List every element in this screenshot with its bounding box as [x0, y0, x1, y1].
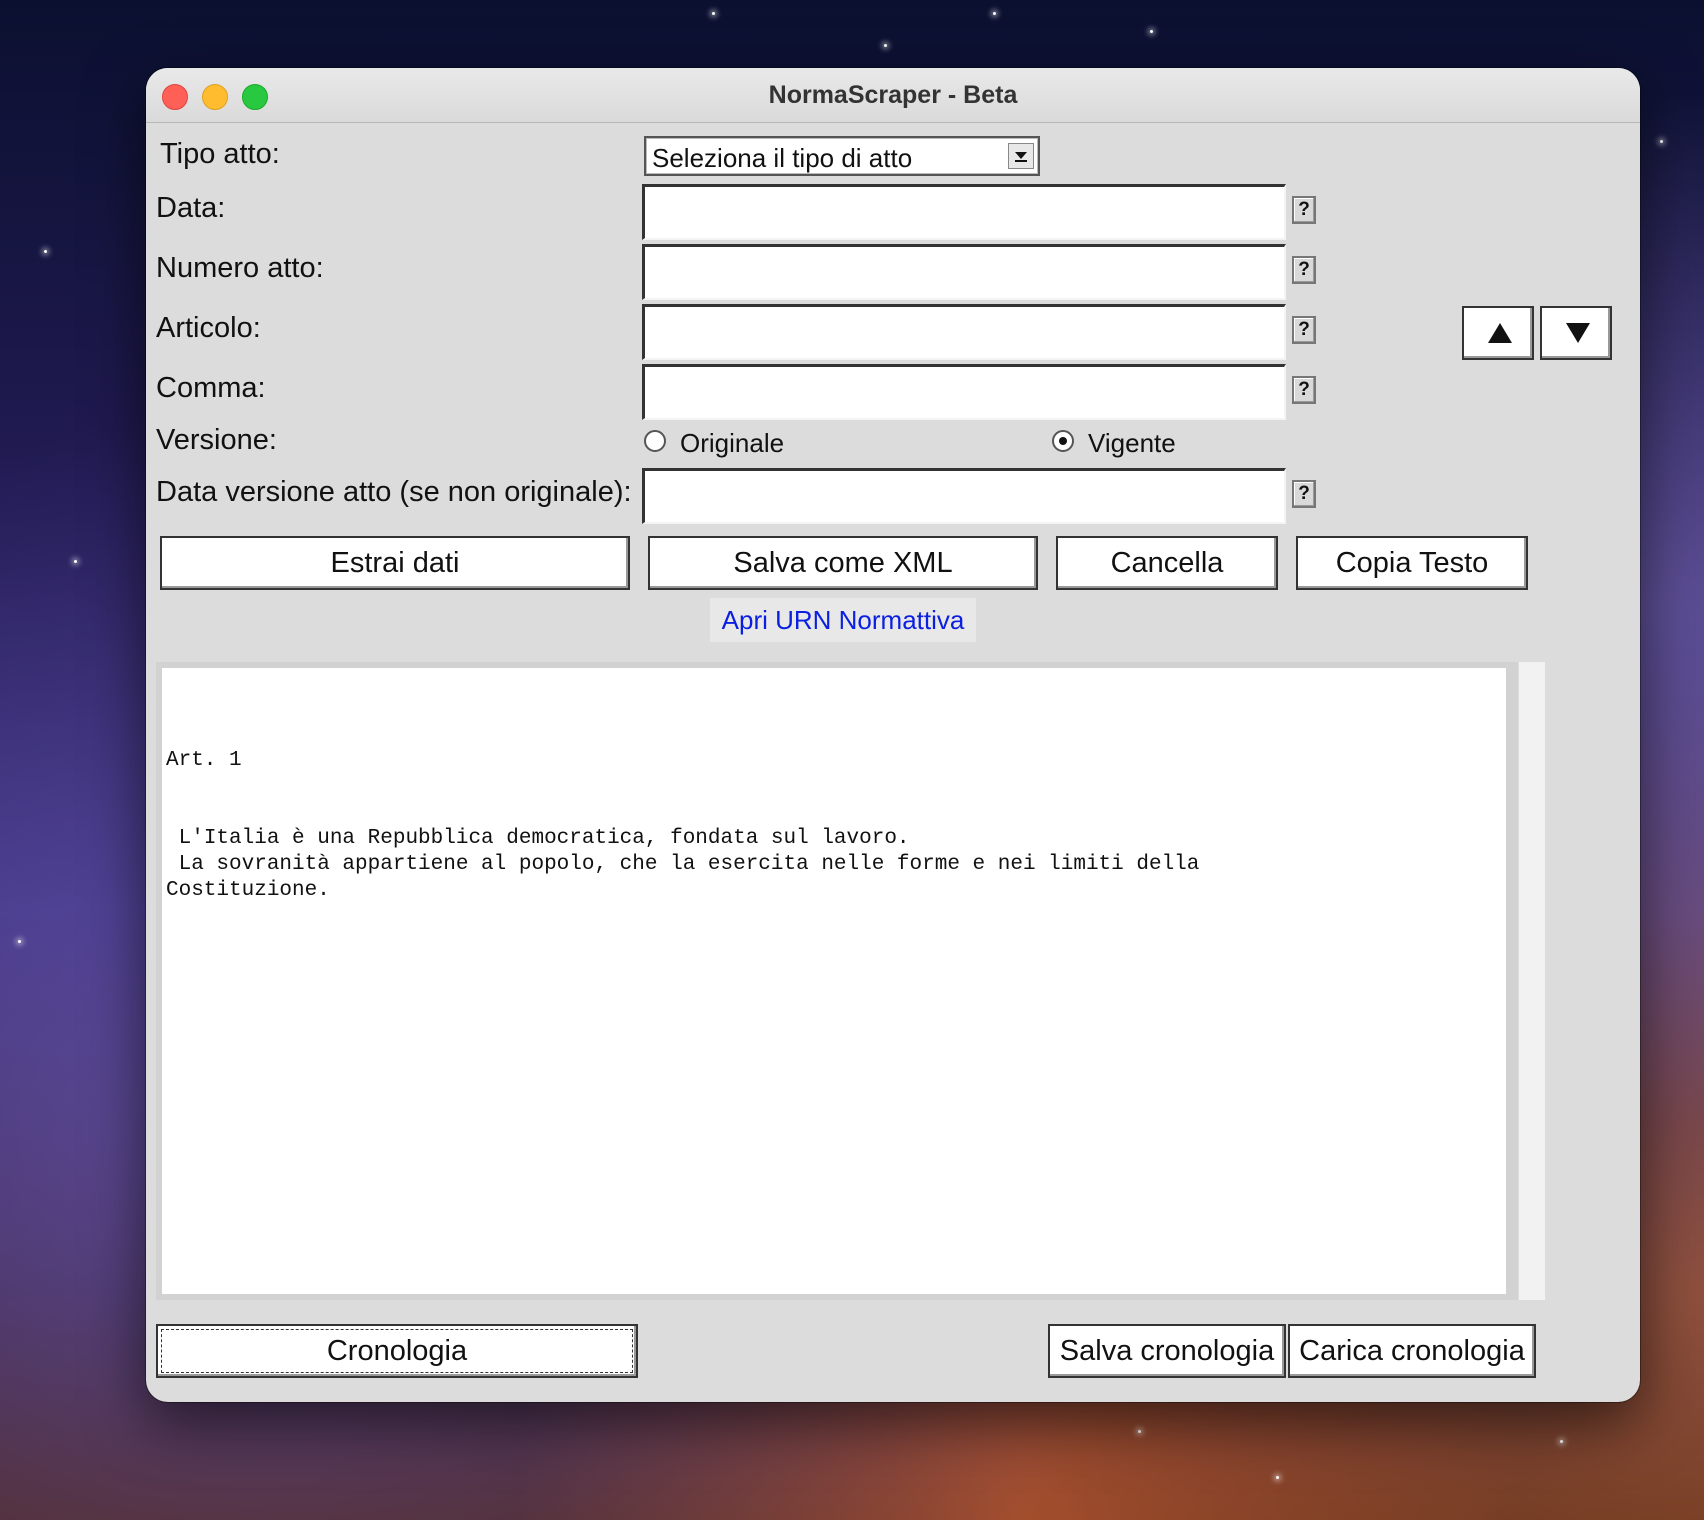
triangle-up-icon — [1488, 323, 1512, 343]
numero-atto-label: Numero atto: — [156, 252, 324, 284]
data-input[interactable] — [642, 184, 1286, 240]
versione-vigente-label[interactable]: Vigente — [1088, 428, 1176, 459]
star — [993, 12, 996, 15]
window-title: NormaScraper - Beta — [768, 81, 1018, 109]
versione-vigente-radio[interactable] — [1052, 430, 1074, 452]
tipo-atto-selected-value: Seleziona il tipo di atto — [652, 143, 913, 173]
radio-selected-dot — [1059, 437, 1067, 445]
vertical-scrollbar[interactable] — [1518, 662, 1545, 1300]
chevron-down-icon[interactable] — [1008, 143, 1034, 169]
copia-testo-button[interactable]: Copia Testo — [1296, 536, 1528, 590]
output-text-frame: Art. 1 L'Italia è una Repubblica democra… — [156, 662, 1545, 1300]
articolo-label: Articolo: — [156, 312, 261, 344]
data-versione-input[interactable] — [642, 468, 1286, 524]
star — [1660, 140, 1663, 143]
comma-help-button[interactable]: ? — [1292, 376, 1316, 404]
next-article-button[interactable] — [1540, 306, 1612, 360]
salva-xml-button[interactable]: Salva come XML — [648, 536, 1038, 590]
tipo-atto-label: Tipo atto: — [160, 138, 280, 170]
cancella-button[interactable]: Cancella — [1056, 536, 1278, 590]
data-label: Data: — [156, 192, 226, 224]
numero-atto-help-button[interactable]: ? — [1292, 256, 1316, 284]
comma-input[interactable] — [642, 364, 1286, 420]
articolo-input[interactable] — [642, 304, 1286, 360]
carica-cronologia-button[interactable]: Carica cronologia — [1288, 1324, 1536, 1378]
star — [44, 250, 47, 253]
cronologia-button[interactable]: Cronologia — [156, 1324, 638, 1378]
title-bar[interactable]: NormaScraper - Beta — [146, 68, 1640, 123]
versione-originale-radio[interactable] — [644, 430, 666, 452]
previous-article-button[interactable] — [1462, 306, 1534, 360]
triangle-down-icon — [1566, 323, 1590, 343]
star — [1560, 1440, 1563, 1443]
star — [884, 44, 887, 47]
app-window: NormaScraper - Beta Tipo atto: Seleziona… — [146, 68, 1640, 1402]
star — [1150, 30, 1153, 33]
apri-urn-link[interactable]: Apri URN Normattiva — [710, 598, 976, 642]
data-versione-label: Data versione atto (se non originale): — [156, 476, 632, 508]
versione-label: Versione: — [156, 424, 277, 456]
star — [1138, 1430, 1141, 1433]
articolo-help-button[interactable]: ? — [1292, 316, 1316, 344]
data-versione-help-button[interactable]: ? — [1292, 480, 1316, 508]
output-text-area[interactable]: Art. 1 L'Italia è una Repubblica democra… — [162, 668, 1506, 1294]
data-help-button[interactable]: ? — [1292, 196, 1316, 224]
numero-atto-input[interactable] — [642, 244, 1286, 300]
salva-cronologia-button[interactable]: Salva cronologia — [1048, 1324, 1286, 1378]
versione-originale-label[interactable]: Originale — [680, 428, 784, 459]
star — [712, 12, 715, 15]
star — [1276, 1476, 1279, 1479]
comma-label: Comma: — [156, 372, 266, 404]
star — [18, 940, 21, 943]
tipo-atto-select[interactable]: Seleziona il tipo di atto — [644, 136, 1040, 176]
star — [74, 560, 77, 563]
estrai-dati-button[interactable]: Estrai dati — [160, 536, 630, 590]
